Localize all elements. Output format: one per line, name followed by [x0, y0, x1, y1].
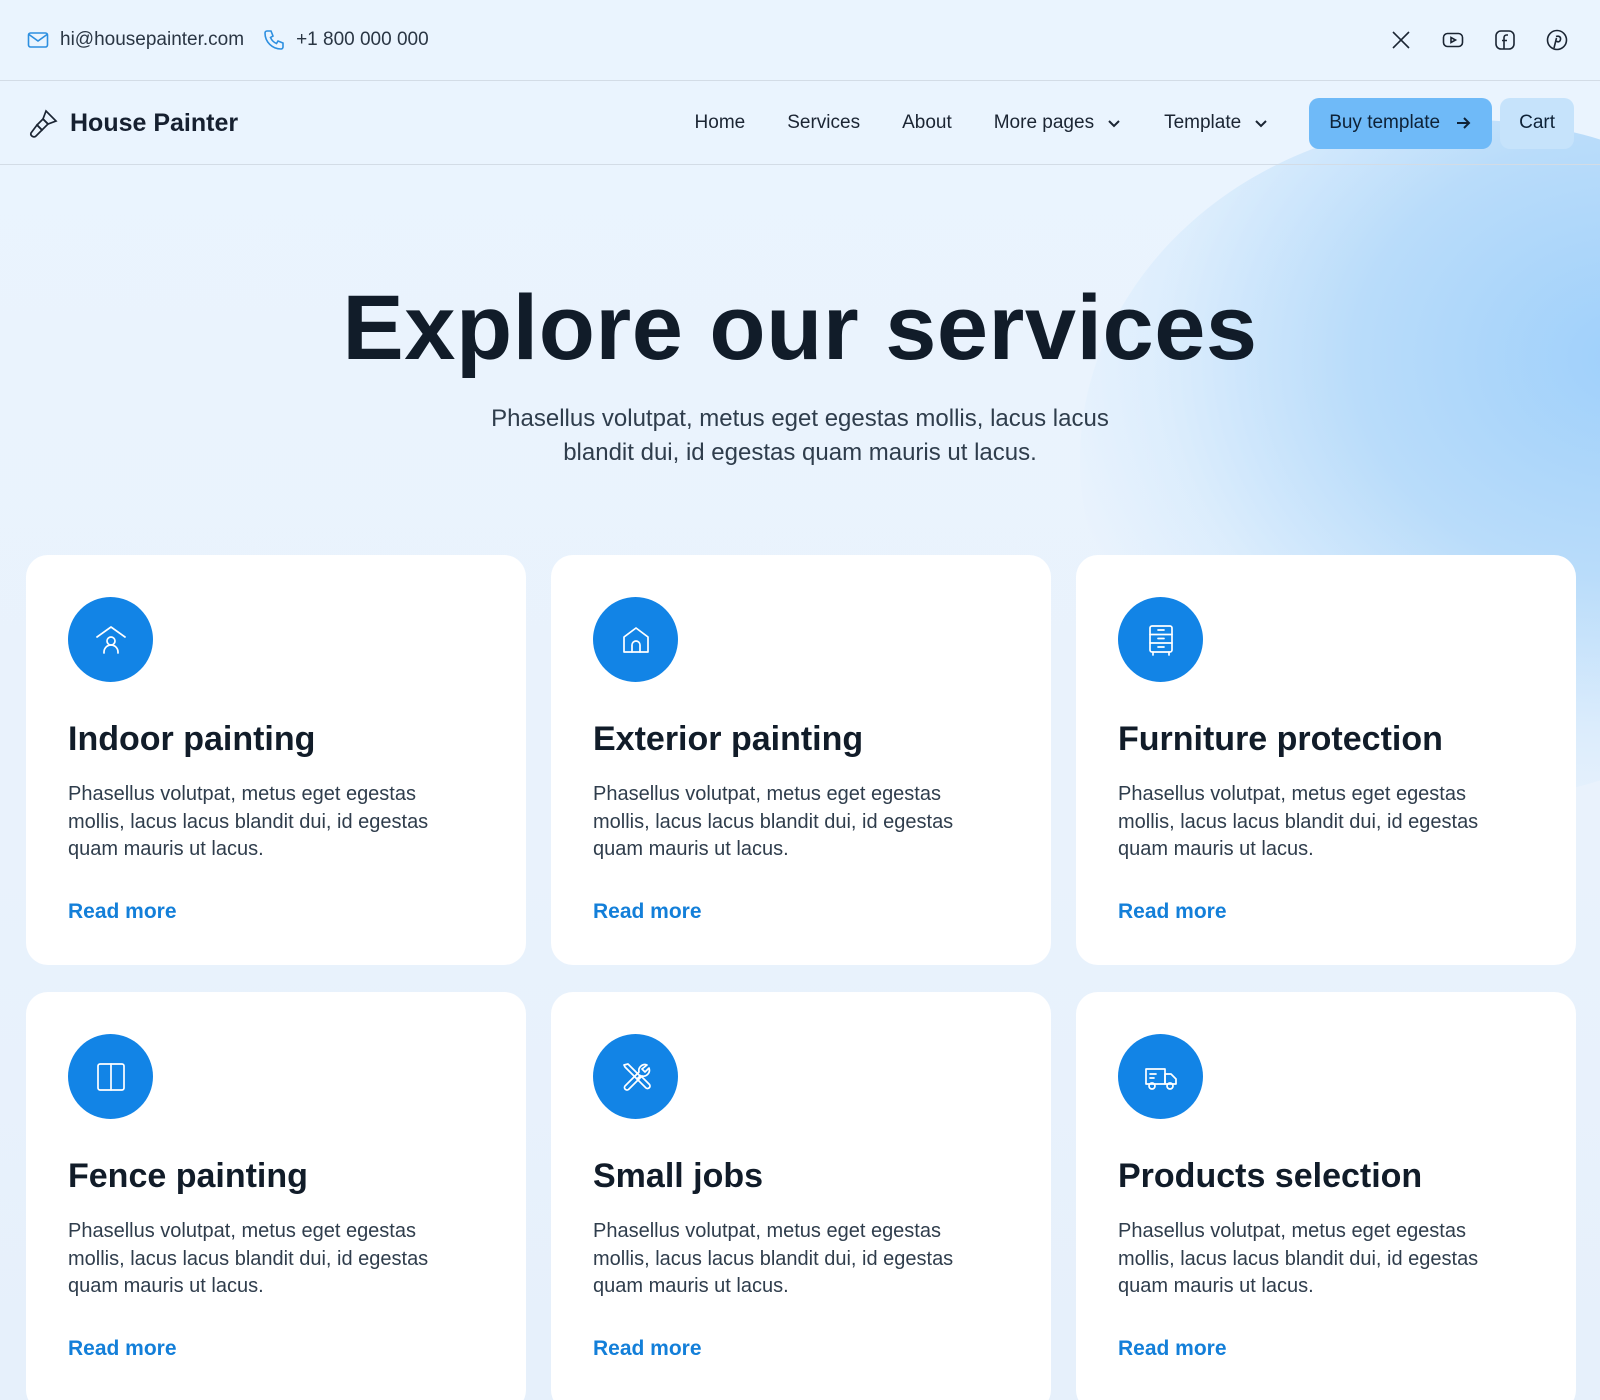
house-person-icon [68, 597, 153, 682]
email-text: hi@housepainter.com [60, 29, 245, 50]
read-more-link[interactable]: Read more [593, 900, 702, 924]
read-more-link[interactable]: Read more [1118, 1337, 1227, 1361]
service-card-furniture-protection: Furniture protection Phasellus volutpat,… [1076, 555, 1576, 965]
cart-button[interactable]: Cart [1500, 97, 1574, 149]
service-card-products-selection: Products selection Phasellus volutpat, m… [1076, 992, 1576, 1400]
truck-icon [1118, 1034, 1203, 1119]
mail-icon [27, 32, 49, 48]
service-description: Phasellus volutpat, metus eget egestas m… [68, 1220, 429, 1297]
pinterest-icon[interactable] [1544, 27, 1570, 53]
panel-icon [68, 1034, 153, 1119]
service-description: Phasellus volutpat, metus eget egestas m… [593, 783, 954, 860]
brand-logo[interactable]: House Painter [26, 105, 238, 141]
phone-icon [264, 30, 284, 50]
youtube-icon[interactable] [1440, 27, 1466, 53]
facebook-icon[interactable] [1492, 27, 1518, 53]
page: hi@housepainter.com +1 800 000 000 House… [0, 0, 1600, 1400]
nav-more-pages[interactable]: More pages [994, 112, 1122, 134]
service-title: Exterior painting [593, 720, 864, 758]
nav-about[interactable]: About [902, 112, 952, 134]
read-more-link[interactable]: Read more [593, 1337, 702, 1361]
email-link[interactable]: hi@housepainter.com [26, 28, 244, 52]
service-title: Fence painting [68, 1157, 308, 1195]
page-title: Explore our services [342, 277, 1258, 379]
nav-services[interactable]: Services [787, 112, 860, 134]
page-subtitle: Phasellus volutpat, metus eget egestas m… [491, 405, 1109, 466]
service-title: Products selection [1118, 1157, 1423, 1195]
home-icon [593, 597, 678, 682]
main-navbar: House Painter Home Services About More p… [0, 82, 1600, 165]
service-card-fence-painting: Fence painting Phasellus volutpat, metus… [26, 992, 526, 1400]
service-description: Phasellus volutpat, metus eget egestas m… [1118, 1220, 1479, 1297]
read-more-link[interactable]: Read more [1118, 900, 1227, 924]
top-contact-bar: hi@housepainter.com +1 800 000 000 [0, 0, 1600, 81]
cabinet-icon [1118, 597, 1203, 682]
chevron-down-icon [1108, 120, 1120, 128]
service-title: Furniture protection [1118, 720, 1443, 758]
service-description: Phasellus volutpat, metus eget egestas m… [68, 783, 429, 860]
service-description: Phasellus volutpat, metus eget egestas m… [1118, 783, 1479, 860]
x-icon[interactable] [1388, 27, 1414, 53]
read-more-link[interactable]: Read more [68, 900, 177, 924]
nav-home[interactable]: Home [695, 112, 746, 134]
service-title: Small jobs [593, 1157, 764, 1195]
chevron-down-icon [1255, 120, 1267, 128]
service-card-indoor-painting: Indoor painting Phasellus volutpat, metu… [26, 555, 526, 965]
paintbrush-icon [30, 109, 58, 138]
phone-link[interactable]: +1 800 000 000 [262, 28, 429, 52]
buy-template-button[interactable]: Buy template [1309, 97, 1493, 149]
service-description: Phasellus volutpat, metus eget egestas m… [593, 1220, 954, 1297]
tools-icon [593, 1034, 678, 1119]
read-more-link[interactable]: Read more [68, 1337, 177, 1361]
contact-info: hi@housepainter.com +1 800 000 000 [26, 28, 429, 52]
service-card-small-jobs: Small jobs Phasellus volutpat, metus ege… [551, 992, 1051, 1400]
brand-name: House Painter [70, 108, 239, 137]
phone-text: +1 800 000 000 [296, 29, 429, 50]
service-card-exterior-painting: Exterior painting Phasellus volutpat, me… [551, 555, 1051, 965]
service-title: Indoor painting [68, 720, 316, 758]
arrow-right-icon [1457, 117, 1471, 129]
nav-menu: Home Services About More pages Template … [695, 97, 1574, 149]
nav-template[interactable]: Template [1164, 112, 1269, 134]
social-links [1388, 27, 1574, 53]
